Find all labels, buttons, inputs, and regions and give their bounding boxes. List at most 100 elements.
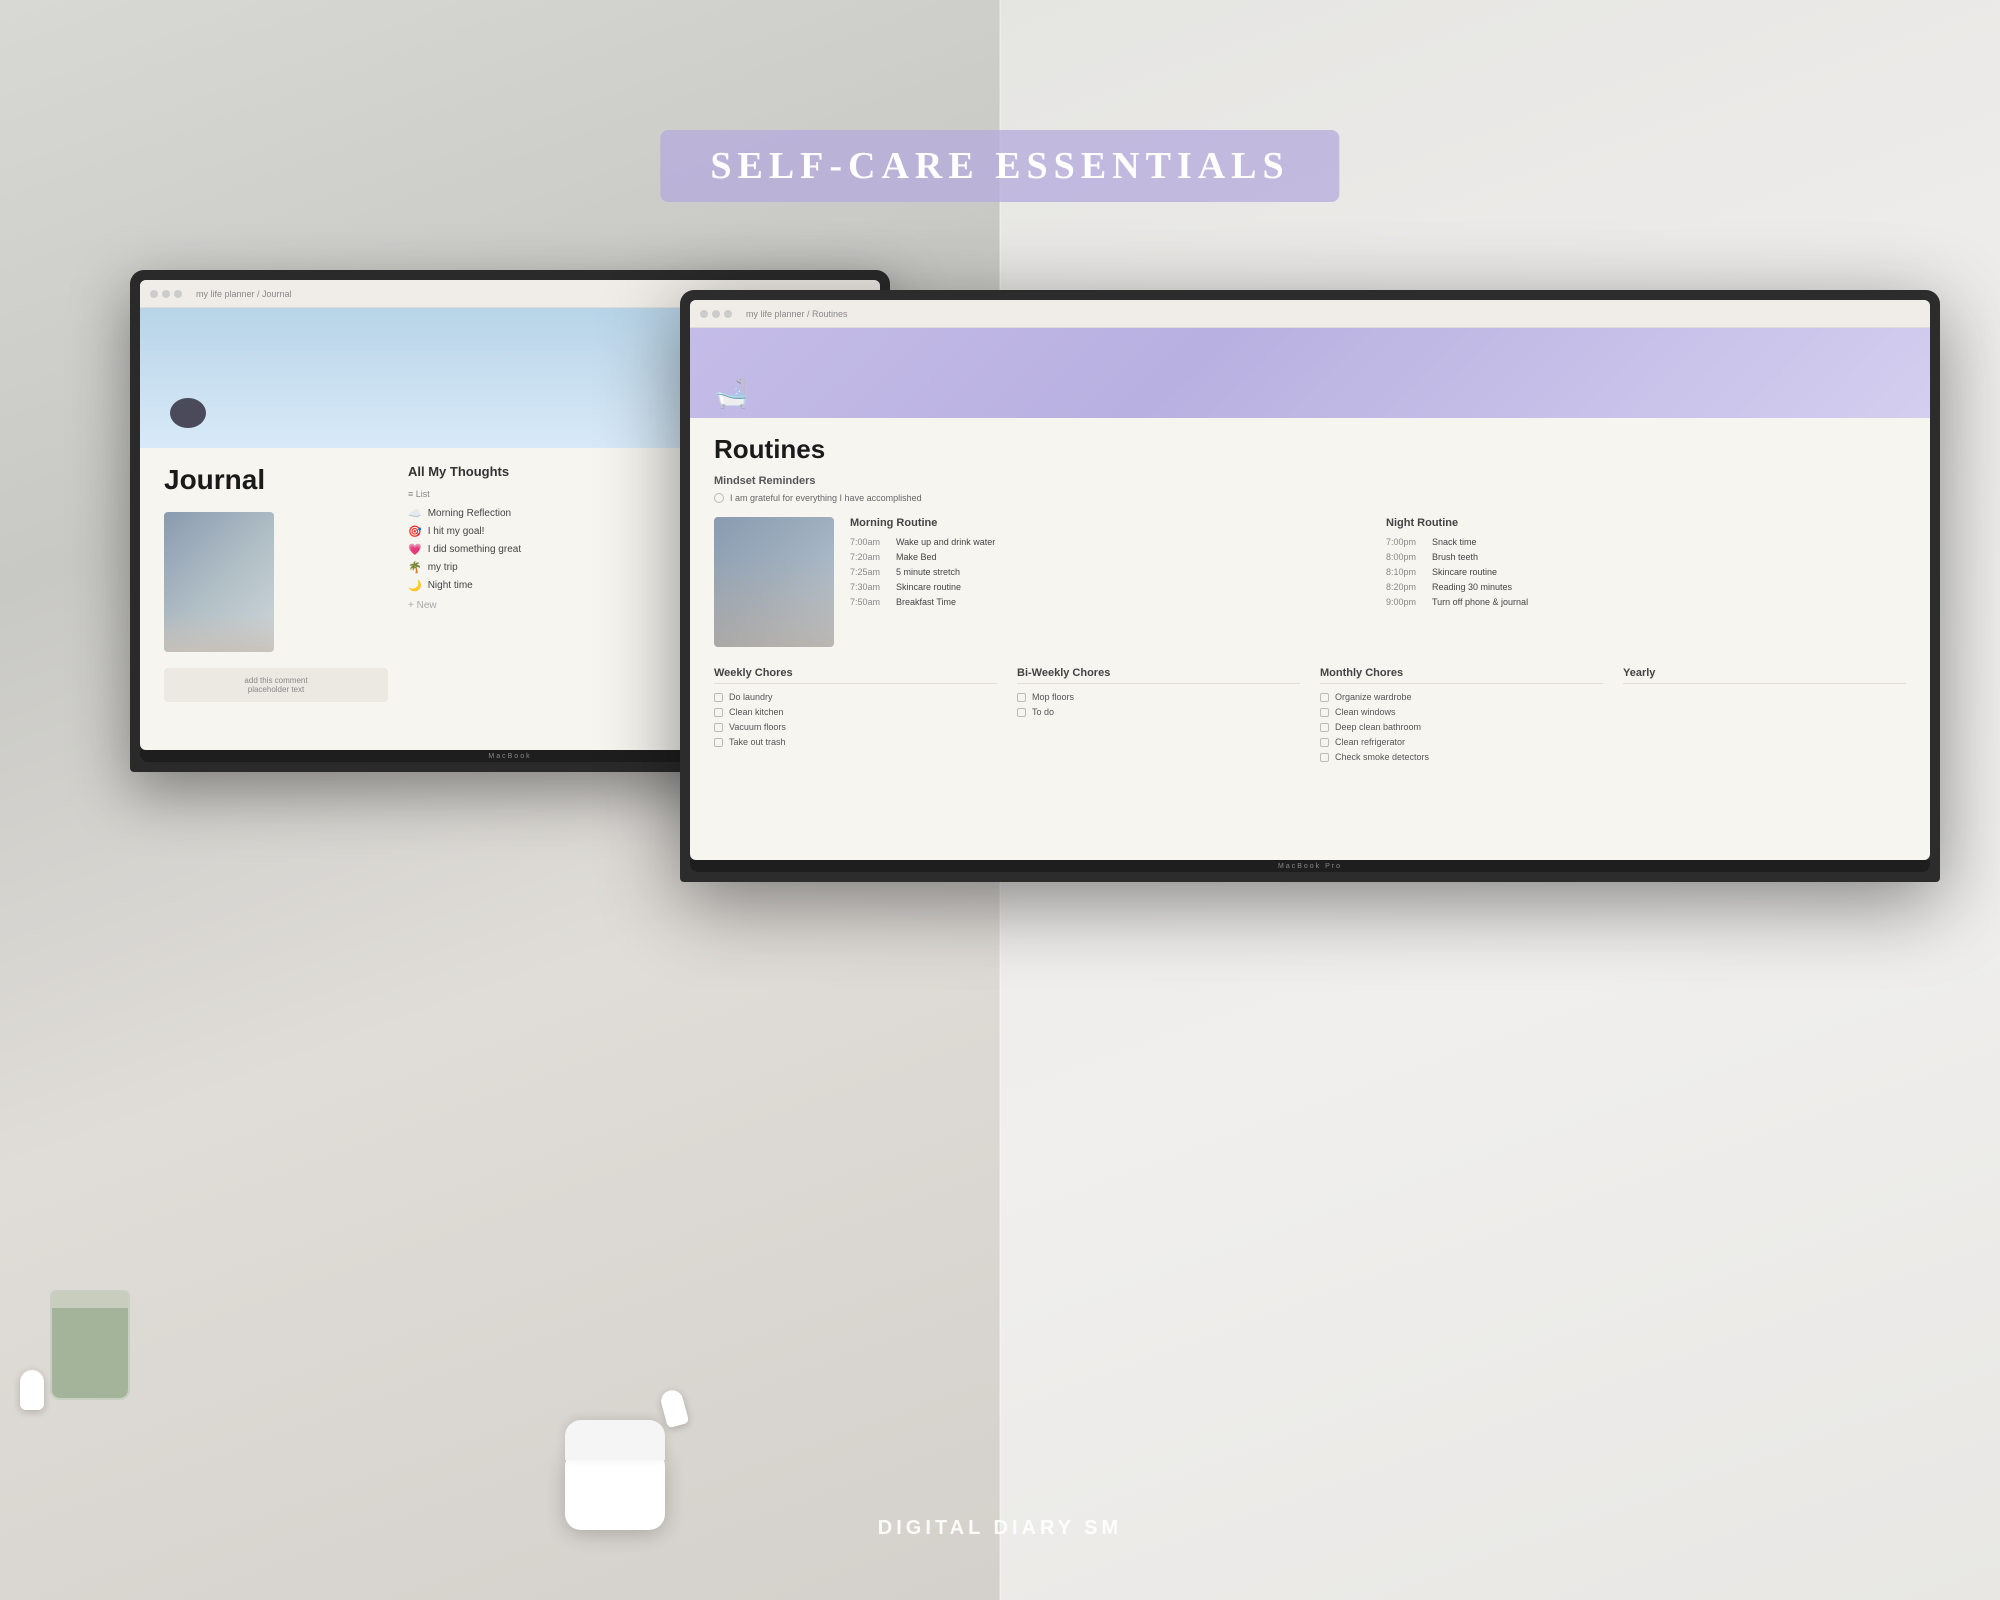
- night-routine-header: Night Routine: [1386, 517, 1906, 529]
- weekly-chore-cb-4[interactable]: [714, 738, 723, 747]
- journal-small-card: add this comment placeholder text: [164, 668, 388, 702]
- biweekly-chore-text-1: Mop floors: [1032, 692, 1074, 702]
- journal-page-title: Journal: [164, 464, 388, 496]
- morning-task-1: Wake up and drink water: [896, 537, 995, 547]
- morning-time-5: 7:50am: [850, 597, 888, 607]
- journal-left-col: Journal add this comment placeholder tex…: [164, 464, 388, 702]
- morning-routine-col: Morning Routine 7:00am Wake up and drink…: [834, 517, 1370, 647]
- thought-icon-3: 💗: [408, 543, 422, 556]
- weekly-chore-cb-3[interactable]: [714, 723, 723, 732]
- monthly-chore-2: Clean windows: [1320, 707, 1603, 717]
- morning-row-3: 7:25am 5 minute stretch: [850, 567, 1370, 577]
- weekly-chore-1: Do laundry: [714, 692, 997, 702]
- weekly-chore-text-2: Clean kitchen: [729, 707, 784, 717]
- weekly-chore-2: Clean kitchen: [714, 707, 997, 717]
- monthly-chore-3: Deep clean bathroom: [1320, 722, 1603, 732]
- weekly-chore-text-1: Do laundry: [729, 692, 773, 702]
- routines-cover: 🛁: [690, 328, 1930, 418]
- thought-text-5: Night time: [428, 580, 473, 591]
- airpod-left: [20, 1370, 44, 1410]
- night-task-1: Snack time: [1432, 537, 1477, 547]
- morning-time-1: 7:00am: [850, 537, 888, 547]
- biweekly-chore-text-2: To do: [1032, 707, 1054, 717]
- thought-icon-1: ☁️: [408, 507, 422, 520]
- routines-nav-icons: [700, 310, 732, 318]
- notion-routines-app: my life planner / Routines 🛁 Routines Mi…: [690, 300, 1930, 860]
- monthly-chore-text-1: Organize wardrobe: [1335, 692, 1412, 702]
- weekly-chore-text-4: Take out trash: [729, 737, 786, 747]
- weekly-chore-3: Vacuum floors: [714, 722, 997, 732]
- yearly-chores-col: Yearly: [1623, 667, 1906, 767]
- night-task-2: Brush teeth: [1432, 552, 1478, 562]
- nav-dot-3: [174, 290, 182, 298]
- airpods-case: [565, 1450, 665, 1530]
- airpods-case-container: [565, 1450, 665, 1530]
- monthly-chore-text-2: Clean windows: [1335, 707, 1396, 717]
- night-time-3: 8:10pm: [1386, 567, 1424, 577]
- journal-breadcrumb: my life planner / Journal: [196, 289, 292, 299]
- night-time-4: 8:20pm: [1386, 582, 1424, 592]
- left-laptop-label: MacBook: [488, 753, 531, 760]
- weekly-chore-4: Take out trash: [714, 737, 997, 747]
- night-task-5: Turn off phone & journal: [1432, 597, 1528, 607]
- morning-task-5: Breakfast Time: [896, 597, 956, 607]
- night-row-4: 8:20pm Reading 30 minutes: [1386, 582, 1906, 592]
- monthly-chore-cb-1[interactable]: [1320, 693, 1329, 702]
- morning-row-1: 7:00am Wake up and drink water: [850, 537, 1370, 547]
- thought-icon-4: 🌴: [408, 561, 422, 574]
- mindset-checkbox[interactable]: [714, 493, 724, 503]
- mindset-checkbox-row: I am grateful for everything I have acco…: [714, 493, 1906, 503]
- monthly-chore-cb-4[interactable]: [1320, 738, 1329, 747]
- morning-row-5: 7:50am Breakfast Time: [850, 597, 1370, 607]
- right-laptop-label: MacBook Pro: [1278, 863, 1342, 870]
- thought-text-1: Morning Reflection: [428, 508, 511, 519]
- breadcrumb-text: my life planner / Journal: [196, 289, 292, 299]
- routines-nav-dot-1: [700, 310, 708, 318]
- weekly-chores-header: Weekly Chores: [714, 667, 997, 684]
- monthly-chores-header: Monthly Chores: [1320, 667, 1603, 684]
- night-row-5: 9:00pm Turn off phone & journal: [1386, 597, 1906, 607]
- night-time-1: 7:00pm: [1386, 537, 1424, 547]
- monthly-chore-text-3: Deep clean bathroom: [1335, 722, 1421, 732]
- weekly-chore-cb-2[interactable]: [714, 708, 723, 717]
- routines-nav-dot-3: [724, 310, 732, 318]
- routines-page-title: Routines: [714, 434, 1906, 465]
- airpod-bud-left: [20, 1370, 44, 1410]
- nav-dot-1: [150, 290, 158, 298]
- night-routine-col: Night Routine 7:00pm Snack time 8:00pm B…: [1370, 517, 1906, 647]
- thought-icon-2: 🎯: [408, 525, 422, 538]
- monthly-chore-cb-3[interactable]: [1320, 723, 1329, 732]
- biweekly-chores-col: Bi-Weekly Chores Mop floors To do: [1017, 667, 1300, 767]
- routine-image: [714, 517, 834, 647]
- night-row-1: 7:00pm Snack time: [1386, 537, 1906, 547]
- weekly-chores-col: Weekly Chores Do laundry Clean kitchen: [714, 667, 997, 767]
- morning-row-4: 7:30am Skincare routine: [850, 582, 1370, 592]
- morning-time-3: 7:25am: [850, 567, 888, 577]
- chores-section: Weekly Chores Do laundry Clean kitchen: [714, 667, 1906, 767]
- biweekly-chore-cb-1[interactable]: [1017, 693, 1026, 702]
- airpods-case-lid: [565, 1420, 665, 1460]
- monthly-chore-cb-5[interactable]: [1320, 753, 1329, 762]
- weekly-chore-cb-1[interactable]: [714, 693, 723, 702]
- morning-routine-header: Morning Routine: [850, 517, 1370, 529]
- glass-body: [50, 1290, 130, 1400]
- biweekly-chore-cb-2[interactable]: [1017, 708, 1026, 717]
- night-task-4: Reading 30 minutes: [1432, 582, 1512, 592]
- morning-task-3: 5 minute stretch: [896, 567, 960, 577]
- watermark-text: Digital Diary SM: [878, 1517, 1122, 1539]
- right-laptop-body: my life planner / Routines 🛁 Routines Mi…: [680, 290, 1940, 882]
- weekly-chore-text-3: Vacuum floors: [729, 722, 786, 732]
- mindset-label: Mindset Reminders: [714, 475, 1906, 487]
- biweekly-chore-1: Mop floors: [1017, 692, 1300, 702]
- thought-text-4: my trip: [428, 562, 458, 573]
- monthly-chore-cb-2[interactable]: [1320, 708, 1329, 717]
- nav-dot-2: [162, 290, 170, 298]
- thought-text-2: I hit my goal!: [428, 526, 485, 537]
- night-time-5: 9:00pm: [1386, 597, 1424, 607]
- mindset-text: I am grateful for everything I have acco…: [730, 493, 922, 503]
- right-laptop-screen: my life planner / Routines 🛁 Routines Mi…: [690, 300, 1930, 860]
- yearly-chores-header: Yearly: [1623, 667, 1906, 684]
- routine-section: Morning Routine 7:00am Wake up and drink…: [714, 517, 1906, 647]
- nav-icons: [150, 290, 182, 298]
- thought-icon-5: 🌙: [408, 579, 422, 592]
